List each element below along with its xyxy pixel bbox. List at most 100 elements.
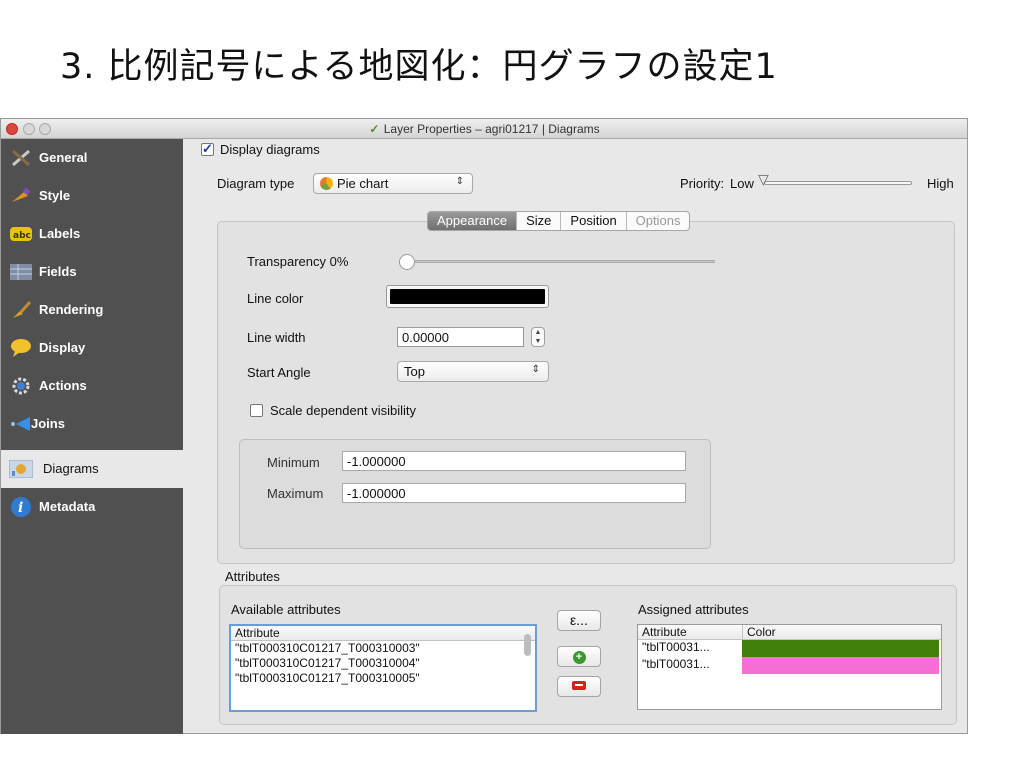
sidebar-item-label: Metadata [39,499,96,514]
updown-chevron-icon: ⇕ [455,176,464,187]
scale-visibility-label: Scale dependent visibility [270,403,416,418]
layer-properties-window: ✓ Layer Properties – agri01217 | Diagram… [0,118,968,734]
assigned-table-header: Attribute Color [638,625,941,640]
assigned-header-color[interactable]: Color [742,625,776,639]
transparency-label: Transparency 0% [247,254,349,269]
minus-icon [572,681,586,690]
priority-slider-track [764,181,912,185]
available-attributes-header[interactable]: Attribute [231,626,535,641]
color-cell[interactable] [742,640,939,657]
svg-text:i: i [18,500,23,516]
transparency-slider-knob[interactable] [399,254,415,270]
priority-low-label: Low [730,176,754,191]
start-angle-label: Start Angle [247,365,311,380]
table-icon [9,261,33,283]
minimum-label: Minimum [267,455,320,470]
assigned-header-attribute[interactable]: Attribute [642,625,687,639]
priority-high-label: High [927,176,954,191]
maximum-label: Maximum [267,486,324,501]
slide-title: 3. 比例記号による地図化：円グラフの設定1 [60,47,778,87]
sidebar-item-fields[interactable]: Fields [1,253,183,291]
line-width-input[interactable]: 0.00000 [397,327,524,347]
sidebar-item-label: Actions [39,378,87,393]
tools-icon [9,147,33,169]
sidebar-item-label: General [39,150,88,165]
gear-play-icon [9,375,33,397]
available-attributes-list[interactable]: Attribute "tblT000310C01217_T000310003" … [229,624,537,712]
assigned-attribute-cell: "tblT00031... [642,640,710,654]
window-title-area: ✓ Layer Properties – agri01217 | Diagram… [1,122,967,136]
line-width-label: Line width [247,330,306,345]
display-diagrams-label: Display diagrams [220,142,320,157]
transparency-slider-track [407,260,715,263]
priority-slider[interactable]: ▽ [758,171,912,189]
qgis-icon: ✓ [369,122,380,136]
diagram-type-select[interactable]: Pie chart ⇕ [313,173,473,194]
scale-visibility-checkbox[interactable] [250,404,263,417]
transparency-slider[interactable] [399,254,715,270]
display-diagrams-checkbox[interactable] [201,141,214,157]
join-arrow-icon [9,413,33,435]
sidebar-item-metadata[interactable]: i Metadata [1,488,183,526]
maximum-input[interactable]: -1.000000 [342,483,686,503]
tab-bar: Appearance Size Position Options [427,211,691,231]
table-row[interactable]: "tblT00031... [638,657,941,674]
diagram-type-label: Diagram type [217,176,295,191]
sidebar-item-joins[interactable]: Joins [1,405,183,443]
available-attributes-label: Available attributes [231,602,341,617]
color-cell[interactable] [742,657,939,674]
sidebar-item-rendering[interactable]: Rendering [1,291,183,329]
list-scrollbar[interactable] [524,634,531,656]
paintbrush-icon [9,185,33,207]
line-color-swatch [390,289,545,304]
sidebar-item-label: Diagrams [43,461,99,476]
sidebar-item-actions[interactable]: Actions [1,367,183,405]
brush-icon [9,299,33,321]
list-item[interactable]: "tblT000310C01217_T000310004" [231,656,535,671]
diagram-type-value: Pie chart [337,176,389,191]
plus-icon: + [572,651,586,664]
sidebar-item-style[interactable]: Style [1,177,183,215]
sidebar-item-label: Rendering [39,302,104,317]
sidebar-item-label: Display [39,340,86,355]
diagram-icon [9,458,33,480]
minimum-input[interactable]: -1.000000 [342,451,686,471]
sidebar-item-label: Fields [39,264,77,279]
remove-attribute-button[interactable] [557,676,601,697]
sidebar-item-labels[interactable]: abc Labels [1,215,183,253]
sidebar-item-diagrams[interactable]: Diagrams [1,450,183,488]
updown-chevron-icon: ⇕ [531,364,540,375]
tab-appearance[interactable]: Appearance [428,212,518,230]
sidebar-item-display[interactable]: Display [1,329,183,367]
tab-position[interactable]: Position [561,212,627,230]
line-color-label: Line color [247,291,304,306]
speech-bubble-icon [9,337,33,359]
line-color-button[interactable] [386,285,549,308]
sidebar: General Style abc Labels Fields Renderin… [1,139,183,734]
sidebar-item-label: Joins [31,416,65,431]
priority-label: Priority: [680,176,725,191]
window-title: Layer Properties – agri01217 | Diagrams [383,122,600,136]
list-item[interactable]: "tblT000310C01217_T000310005" [231,671,535,686]
assigned-attribute-cell: "tblT00031... [642,657,710,671]
start-angle-value: Top [404,364,425,379]
svg-text:abc: abc [13,231,31,241]
abc-label-icon: abc [9,223,33,245]
sidebar-item-label: Style [39,188,71,203]
pie-chart-icon [320,177,333,190]
table-row[interactable]: "tblT00031... [638,640,941,657]
priority-slider-thumb[interactable]: ▽ [758,171,769,188]
window-titlebar: ✓ Layer Properties – agri01217 | Diagram… [1,119,967,139]
expression-button[interactable]: ε... [557,610,601,631]
diagrams-panel: Display diagrams Diagram type Pie chart … [183,139,967,734]
tab-options[interactable]: Options [627,212,690,230]
sidebar-item-label: Labels [39,226,81,241]
assigned-attributes-label: Assigned attributes [638,602,749,617]
list-item[interactable]: "tblT000310C01217_T000310003" [231,641,535,656]
start-angle-select[interactable]: Top ⇕ [397,361,549,382]
line-width-stepper[interactable]: ▲ ▼ [531,327,545,347]
add-attribute-button[interactable]: + [557,646,601,667]
tab-size[interactable]: Size [517,212,562,230]
sidebar-item-general[interactable]: General [1,139,183,177]
assigned-attributes-table[interactable]: Attribute Color "tblT00031... "tblT00031… [637,624,942,710]
